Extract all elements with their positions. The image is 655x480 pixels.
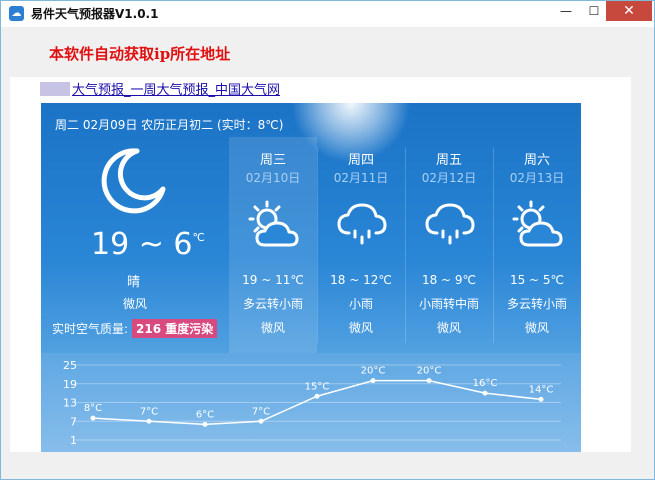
today-condition: 晴 (127, 275, 141, 290)
rain-icon (425, 203, 475, 245)
day-wind: 微风 (436, 321, 461, 335)
temperature-label: 20°C (361, 366, 386, 377)
maximize-button[interactable]: ☐ (580, 1, 608, 21)
temperature-label: 6°C (196, 409, 214, 420)
temperature-label: 7°C (252, 406, 270, 417)
date-line: 周二 02月09日 农历正月初二 (实时：8℃) (55, 118, 284, 132)
today-temp-value: 19 ~ 6 (91, 227, 193, 262)
temperature-label: 20°C (417, 366, 442, 377)
temperature-label: 15°C (305, 381, 330, 392)
forecast-day-1[interactable]: 周三 02月10日 19 ~ 11℃ 多云转小雨 微风 (229, 137, 317, 353)
today-temp: 19 ~ 6℃ (91, 227, 205, 262)
forecast-day-4[interactable]: 周六 02月13日 15 ~ 5℃ 多云转小雨 微风 (493, 137, 581, 353)
day-condition: 小雨转中雨 (418, 297, 479, 311)
day-temp: 19 ~ 11℃ (242, 273, 304, 287)
aq-label: 实时空气质量: (52, 322, 129, 336)
partly-cloudy-icon (248, 200, 299, 247)
temperature-point (370, 378, 376, 384)
day-condition: 多云转小雨 (242, 297, 303, 311)
day-temp: 18 ~ 9℃ (421, 273, 477, 287)
y-tick-label: 7 (70, 415, 77, 428)
temperature-point (314, 393, 320, 399)
day-condition: 多云转小雨 (506, 297, 567, 311)
day-date: 02月11日 (333, 171, 389, 185)
rain-icon (337, 203, 387, 245)
today-temp-unit: ℃ (192, 231, 205, 244)
day-date: 02月13日 (509, 171, 565, 185)
temperature-label: 8°C (84, 403, 102, 414)
link-bar: 大气预报_一周大气预报_中国大气网 (40, 79, 280, 98)
day-temp: 15 ~ 5℃ (509, 273, 565, 287)
temperature-label: 14°C (529, 384, 554, 395)
day-wind: 微风 (348, 321, 373, 335)
app-window: ☁ 易件天气预报器V1.0.1 — ☐ ✕ 本软件自动获取ip所在地址 大气预报… (0, 0, 655, 480)
day-date: 02月10日 (245, 171, 301, 185)
day-date: 02月12日 (421, 171, 477, 185)
day-temp: 18 ~ 12℃ (330, 273, 392, 287)
day-week: 周六 (523, 153, 550, 168)
temperature-point (146, 418, 152, 424)
y-tick-label: 1 (70, 434, 77, 447)
day-wind: 微风 (260, 321, 285, 335)
temperature-point (90, 415, 96, 421)
temperature-chart-svg: 25 19 13 7 1 8°C 7°C 6°C 7°C 15°C 20°C 20°C 16°C 14°C (63, 359, 561, 447)
forecast-day-2[interactable]: 周四 02月11日 18 ~ 12℃ 小雨 微风 (317, 137, 405, 353)
temperature-point (538, 396, 544, 402)
partly-cloudy-icon (512, 200, 563, 247)
air-quality: 实时空气质量: 216 重度污染 (52, 319, 218, 338)
day-week: 周五 (435, 153, 462, 168)
day-wind: 微风 (524, 321, 549, 335)
temperature-label: 7°C (140, 406, 158, 417)
y-tick-label: 25 (63, 359, 77, 372)
web-content: 大气预报_一周大气预报_中国大气网 周二 02月09日 农历正月初二 (实时：8… (10, 77, 631, 452)
temperature-point (482, 390, 488, 396)
app-icon: ☁ (9, 6, 24, 21)
close-button[interactable]: ✕ (606, 1, 652, 21)
link-china-weather[interactable]: 中国大气网 (215, 83, 280, 98)
y-tick-label: 13 (63, 397, 77, 410)
today-wind: 微风 (123, 297, 148, 311)
temperature-label: 16°C (473, 378, 498, 389)
moon-icon (101, 148, 166, 214)
link-week-forecast[interactable]: 一周大气预报 (131, 83, 209, 98)
day-condition: 小雨 (348, 297, 373, 311)
temperature-point (258, 418, 264, 424)
temperature-point (426, 378, 432, 384)
day-week: 周四 (347, 153, 374, 168)
blurred-logo (40, 82, 70, 96)
day-week: 周三 (259, 153, 286, 168)
forecast-day-3[interactable]: 周五 02月12日 18 ~ 9℃ 小雨转中雨 微风 (405, 137, 493, 353)
y-tick-label: 19 (63, 378, 77, 391)
temperature-point (202, 421, 208, 427)
window-title: 易件天气预报器V1.0.1 (31, 7, 159, 21)
weather-panel: 周二 02月09日 农历正月初二 (实时：8℃) 19 ~ 6℃ 晴 微风 实时… (41, 103, 581, 452)
location-notice: 本软件自动获取ip所在地址 (49, 45, 231, 63)
aq-badge: 216 重度污染 (132, 319, 218, 338)
minimize-button[interactable]: — (552, 1, 580, 21)
title-bar[interactable]: ☁ 易件天气预报器V1.0.1 — ☐ ✕ (1, 1, 654, 27)
link-weather-forecast[interactable]: 大气预报 (72, 83, 124, 98)
temperature-chart: 25 19 13 7 1 8°C 7°C 6°C 7°C 15°C 20°C 20°C 16°C 14°C (41, 353, 581, 452)
